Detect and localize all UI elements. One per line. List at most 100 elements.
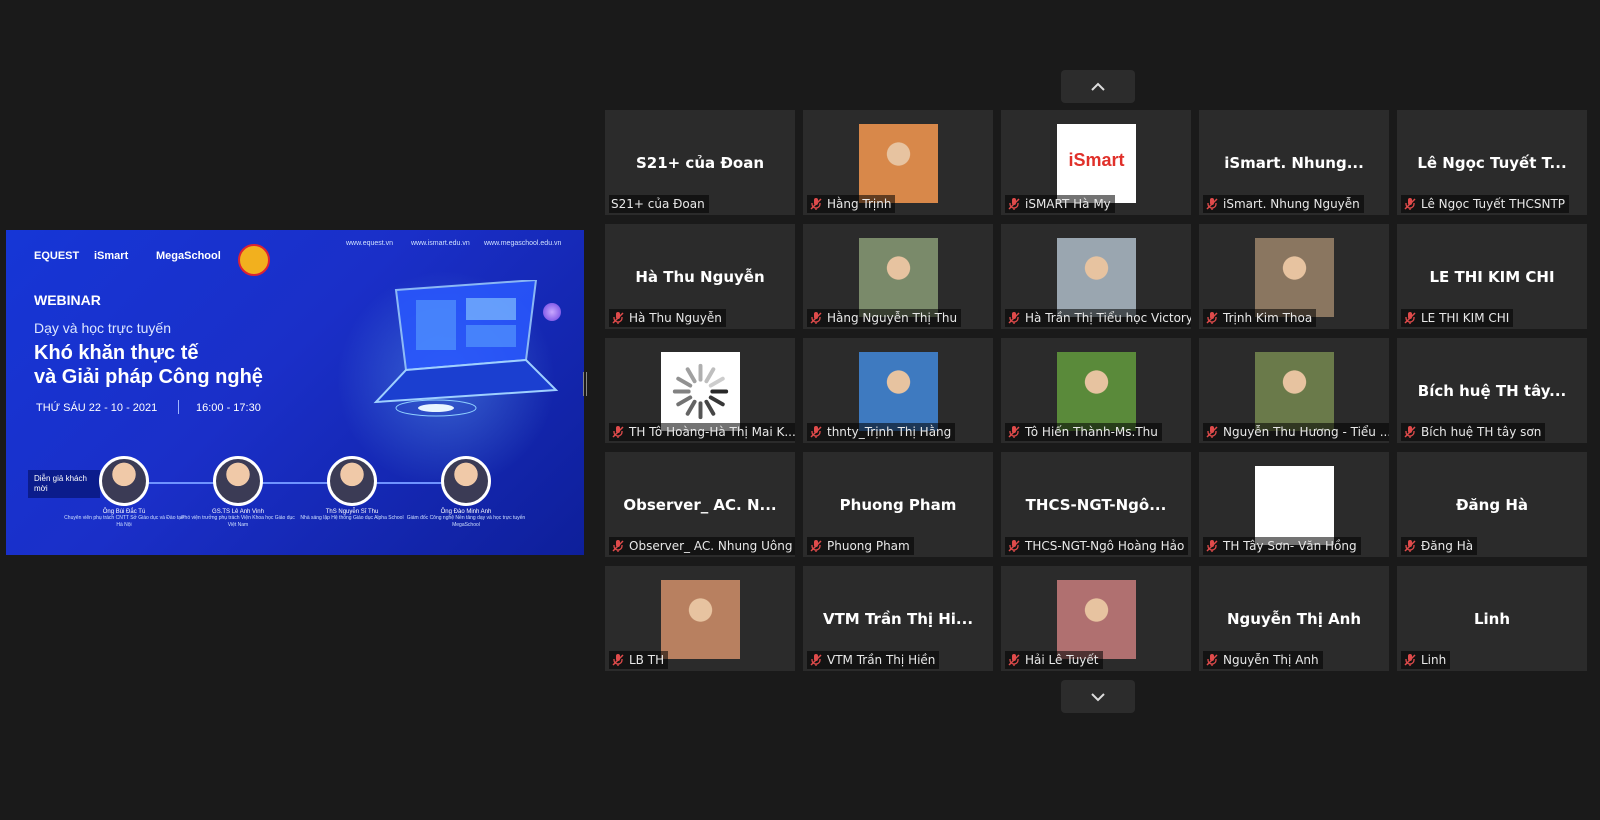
emblem-icon [238,244,270,276]
participant-name-label: TH Tô Hoàng-Hà Thị Mai K... [609,423,795,441]
participant-photo [1057,352,1136,431]
participant-name-label: S21+ của Đoan [609,195,709,213]
participant-name-label: Lê Ngọc Tuyết THCSNTP [1401,195,1570,213]
speaker-role: Nhà sáng lập Hệ thống Giáo dục Alpha Sch… [300,515,404,521]
participant-tile[interactable]: LE THI KIM CHI LE THI KIM CHI [1397,224,1587,329]
participant-tile[interactable]: Nguyễn Thu Hương - Tiểu ... [1199,338,1389,443]
participant-name-text: Phuong Pham [827,539,910,553]
participant-tile[interactable]: VTM Trần Thị Hi... VTM Trần Thị Hiền [803,566,993,671]
participant-tile[interactable]: Hà Trần Thị Tiểu học Victory [1001,224,1191,329]
participant-photo [859,238,938,317]
participant-display-name: iSmart. Nhung... [1224,154,1364,172]
participant-name-text: Hằng Nguyễn Thị Thu [827,311,958,325]
chevron-down-icon [1091,692,1105,701]
speaker-card: Ông Đào Minh Anh Giám đốc Công nghệ Nền … [406,456,526,529]
megaschool-url: www.megaschool.edu.vn [484,240,562,247]
muted-mic-icon [1205,539,1223,553]
avatar [99,456,149,506]
participant-name-text: THCS-NGT-Ngô Hoàng Hảo [1025,539,1185,553]
participant-tile[interactable]: Hải Lê Tuyết [1001,566,1191,671]
headline-line-1: Khó khăn thực tế [34,342,199,364]
participant-tile[interactable]: Nguyễn Thị Anh Nguyễn Thị Anh [1199,566,1389,671]
avatar [441,456,491,506]
participant-photo [1255,238,1334,317]
participant-name-label: Hà Thu Nguyễn [609,309,726,327]
participant-tile[interactable]: Hằng Trịnh [803,110,993,215]
participant-name-text: iSmart. Nhung Nguyễn [1223,197,1360,211]
participant-name-text: Observer_ AC. Nhung Uông [629,539,793,553]
participant-tile[interactable]: THCS-NGT-Ngô... THCS-NGT-Ngô Hoàng Hảo [1001,452,1191,557]
muted-mic-icon [1205,197,1223,211]
participant-tile[interactable]: TH Tây Sơn- Văn Hồng [1199,452,1389,557]
participant-name-label: LE THI KIM CHI [1401,309,1514,327]
muted-mic-icon [611,425,629,439]
participant-name-label: THCS-NGT-Ngô Hoàng Hảo [1005,537,1189,555]
participant-tile[interactable]: iSmart. Nhung... iSmart. Nhung Nguyễn [1199,110,1389,215]
participant-name-label: Phuong Pham [807,537,914,555]
muted-mic-icon [1007,197,1025,211]
equest-url: www.equest.vn [346,240,394,247]
participant-tile[interactable]: Trịnh Kim Thoa [1199,224,1389,329]
chevron-up-icon [1091,82,1105,91]
participant-tile[interactable]: Bích huệ TH tây... Bích huệ TH tây sơn [1397,338,1587,443]
muted-mic-icon [1007,539,1025,553]
date-separator [178,400,179,414]
muted-mic-icon [611,311,629,325]
blank-video [1255,466,1334,545]
speaker-role: Chuyên viên phụ trách CNTT Sở Giáo dục v… [64,515,184,528]
participant-name-label: iSMART Hà My [1005,195,1115,213]
participant-name-text: Nguyễn Thu Hương - Tiểu ... [1223,425,1389,439]
event-date: THỨ SÁU 22 - 10 - 2021 [36,402,158,414]
muted-mic-icon [809,311,827,325]
participant-display-name: Observer_ AC. N... [623,496,777,514]
participant-tile[interactable]: Tô Hiến Thành-Ms.Thu [1001,338,1191,443]
participant-display-name: Nguyễn Thị Anh [1226,610,1362,628]
participant-tile[interactable]: LB TH [605,566,795,671]
participant-name-label: iSmart. Nhung Nguyễn [1203,195,1364,213]
participant-tile[interactable]: iSmart iSMART Hà My [1001,110,1191,215]
gallery-page-down-button[interactable] [1061,680,1135,713]
participant-display-name: THCS-NGT-Ngô... [1025,496,1167,514]
shared-screen: EQUEST iSmart MegaSchool www.equest.vn w… [6,230,584,555]
speaker-card: ThS Nguyễn Sĩ Thu Nhà sáng lập Hệ thống … [292,456,412,522]
participant-name-text: Nguyễn Thị Anh [1223,653,1319,667]
speaker-role: Giám đốc Công nghệ Nền tảng dạy và học t… [406,515,526,528]
participant-name-text: Lê Ngọc Tuyết THCSNTP [1421,197,1566,211]
muted-mic-icon [1205,425,1223,439]
participant-tile[interactable]: Linh Linh [1397,566,1587,671]
gallery-page-up-button[interactable] [1061,70,1135,103]
loading-spinner-icon [661,352,740,431]
participant-name-text: Linh [1421,653,1447,667]
muted-mic-icon [1007,653,1025,667]
participant-display-name: VTM Trần Thị Hi... [822,610,974,628]
participant-tile[interactable]: Observer_ AC. N... Observer_ AC. Nhung Uô… [605,452,795,557]
participant-name-text: VTM Trần Thị Hiền [827,653,936,667]
muted-mic-icon [809,425,827,439]
muted-mic-icon [1007,425,1025,439]
participant-name-label: Hằng Nguyễn Thị Thu [807,309,962,327]
muted-mic-icon [1205,311,1223,325]
participant-tile[interactable]: Phuong Pham Phuong Pham [803,452,993,557]
participant-photo [859,352,938,431]
participant-display-name: Linh [1473,610,1511,628]
participant-tile[interactable]: Lê Ngọc Tuyết T... Lê Ngọc Tuyết THCSNTP [1397,110,1587,215]
participant-name-label: Đăng Hà [1401,537,1478,555]
participant-display-name: LE THI KIM CHI [1429,268,1555,286]
participant-name-label: LB TH [609,651,669,669]
resize-handle[interactable] [583,372,587,396]
webinar-subtitle: Dạy và học trực tuyến [34,320,171,336]
participant-name-text: TH Tô Hoàng-Hà Thị Mai K... [629,425,795,439]
participant-name-label: VTM Trần Thị Hiền [807,651,940,669]
participant-photo [1255,352,1334,431]
muted-mic-icon [1403,653,1421,667]
participant-tile[interactable]: S21+ của Đoan S21+ của Đoan [605,110,795,215]
participant-tile[interactable]: thnty_Trịnh Thị Hằng [803,338,993,443]
participant-tile[interactable]: Đăng Hà Đăng Hà [1397,452,1587,557]
participant-tile[interactable]: Hằng Nguyễn Thị Thu [803,224,993,329]
muted-mic-icon [1205,653,1223,667]
participant-tile[interactable]: Hà Thu Nguyễn Hà Thu Nguyễn [605,224,795,329]
event-time: 16:00 - 17:30 [196,402,261,414]
muted-mic-icon [1007,311,1025,325]
participant-display-name: Hà Thu Nguyễn [635,268,765,286]
participant-tile[interactable]: TH Tô Hoàng-Hà Thị Mai K... [605,338,795,443]
